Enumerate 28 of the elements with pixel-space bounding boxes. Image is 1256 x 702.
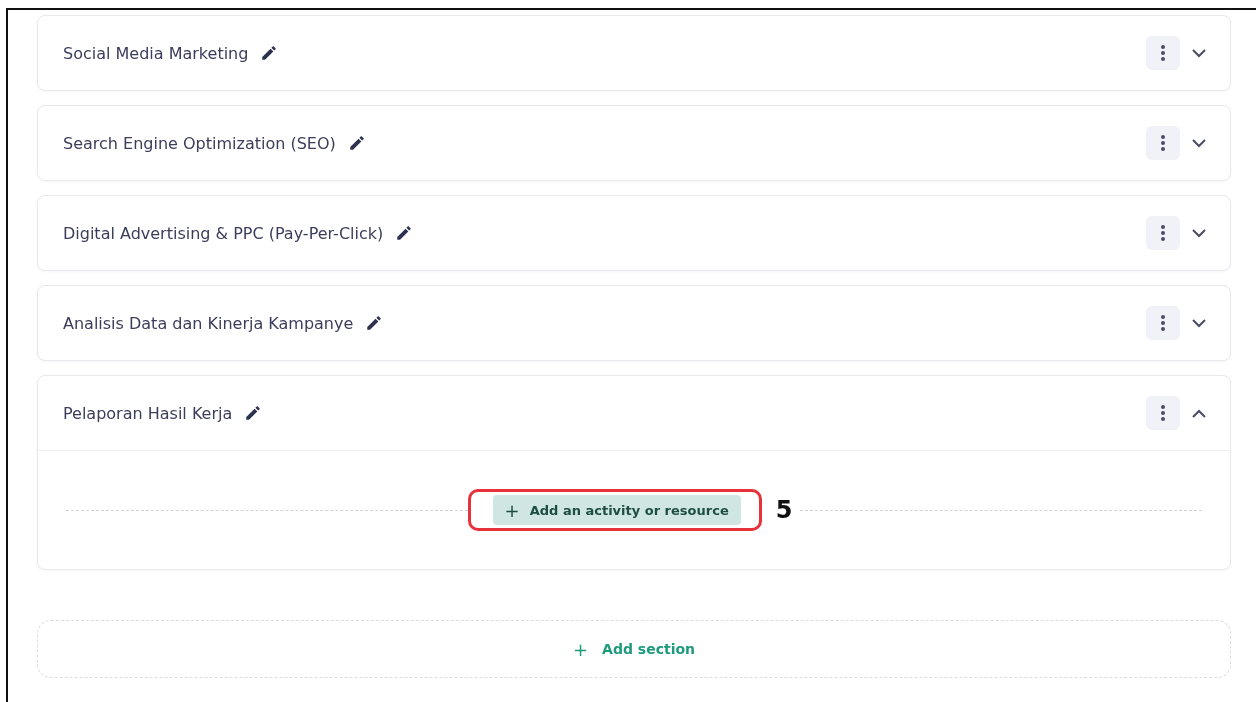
kebab-icon <box>1161 315 1165 331</box>
chevron-down-icon[interactable] <box>1192 228 1206 238</box>
chevron-down-icon[interactable] <box>1192 138 1206 148</box>
callout-number: 5 <box>775 496 793 524</box>
add-activity-button[interactable]: + Add an activity or resource <box>492 495 741 525</box>
section-title: Pelaporan Hasil Kerja <box>63 403 233 423</box>
chevron-down-icon[interactable] <box>1192 48 1206 58</box>
more-button[interactable] <box>1146 36 1180 70</box>
add-section-button[interactable]: + Add section <box>37 620 1231 678</box>
kebab-icon <box>1161 45 1165 61</box>
pencil-icon[interactable] <box>260 44 279 62</box>
pencil-icon[interactable] <box>365 314 384 332</box>
section-title: Social Media Marketing <box>63 43 249 63</box>
section-title: Search Engine Optimization (SEO) <box>63 133 336 153</box>
chevron-down-icon[interactable] <box>1192 318 1206 328</box>
pencil-icon[interactable] <box>395 224 414 242</box>
pencil-icon[interactable] <box>244 404 263 422</box>
section-title: Digital Advertising & PPC (Pay-Per-Click) <box>63 223 384 243</box>
section-title: Analisis Data dan Kinerja Kampanye <box>63 313 354 333</box>
more-button[interactable] <box>1146 306 1180 340</box>
more-button[interactable] <box>1146 396 1180 430</box>
kebab-icon <box>1161 405 1165 421</box>
more-button[interactable] <box>1146 216 1180 250</box>
kebab-icon <box>1161 225 1165 241</box>
kebab-icon <box>1161 135 1165 151</box>
more-button[interactable] <box>1146 126 1180 160</box>
pencil-icon[interactable] <box>347 134 366 152</box>
chevron-up-icon[interactable] <box>1192 408 1206 418</box>
